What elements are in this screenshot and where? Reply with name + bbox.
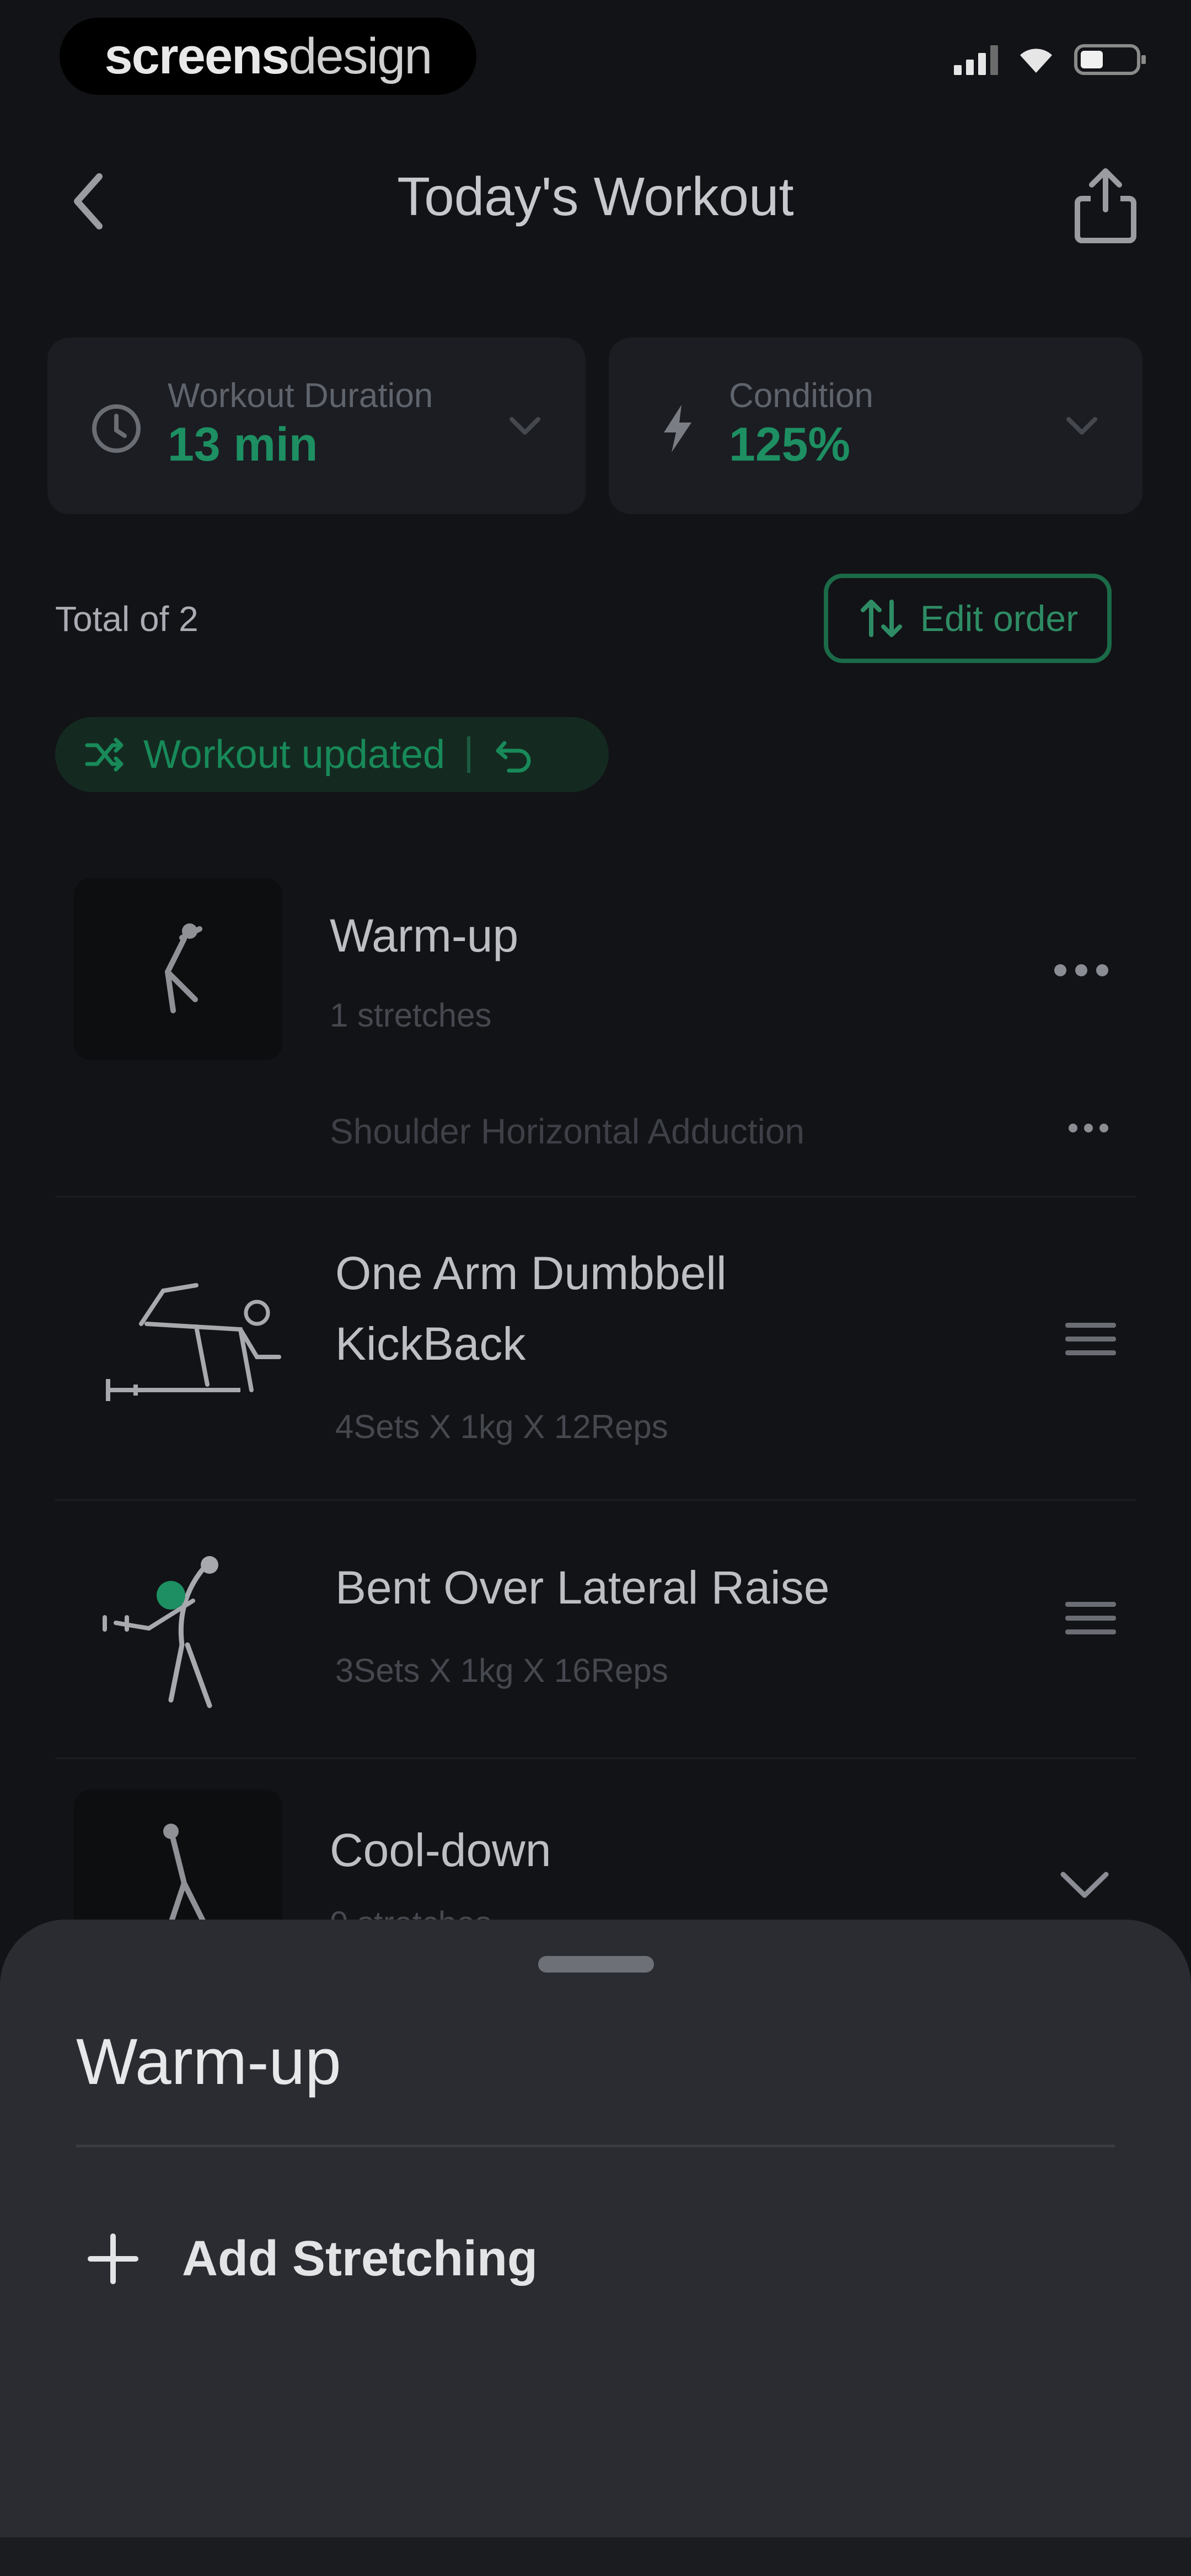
share-icon bbox=[1075, 168, 1136, 243]
clock-icon bbox=[92, 404, 141, 453]
lateral-raise-thumbnail bbox=[83, 1535, 281, 1717]
kickback-title-line2[interactable]: KickBack bbox=[335, 1308, 525, 1379]
brand-watermark: screens design bbox=[60, 18, 476, 95]
warmup-title[interactable]: Warm-up bbox=[330, 900, 518, 971]
lateral-raise-drag-handle[interactable] bbox=[1065, 1602, 1116, 1634]
lightning-icon bbox=[664, 405, 691, 452]
row-divider bbox=[55, 1499, 1136, 1501]
signal-icon bbox=[954, 44, 998, 75]
share-button[interactable] bbox=[1070, 160, 1141, 248]
status-icons bbox=[954, 44, 1146, 75]
undo-icon[interactable] bbox=[492, 735, 537, 774]
lateral-raise-figure-icon bbox=[103, 1556, 218, 1708]
stretch-figure-icon bbox=[164, 923, 202, 1013]
sheet-divider bbox=[76, 2145, 1115, 2147]
home-indicator-area bbox=[0, 2537, 1191, 2576]
sort-icon bbox=[860, 600, 902, 637]
battery-icon bbox=[1074, 44, 1146, 75]
condition-value: 125% bbox=[729, 418, 850, 471]
warmup-thumbnail bbox=[74, 878, 282, 1060]
kickback-sets: 4Sets X 1kg X 12Reps bbox=[335, 1408, 668, 1445]
condition-label: Condition bbox=[729, 377, 873, 415]
plus-icon bbox=[88, 2233, 138, 2284]
duration-label: Workout Duration bbox=[168, 377, 433, 415]
shuffle-icon bbox=[85, 737, 124, 772]
kickback-drag-handle[interactable] bbox=[1065, 1323, 1116, 1355]
add-stretching-button[interactable]: Add Stretching bbox=[83, 2228, 538, 2289]
sub-item-label[interactable]: Shoulder Horizontal Adduction bbox=[330, 1111, 804, 1152]
row-divider bbox=[55, 1196, 1136, 1198]
condition-card[interactable]: Condition 125% bbox=[609, 338, 1142, 514]
edit-order-label: Edit order bbox=[920, 598, 1079, 639]
brand-light: design bbox=[288, 28, 432, 84]
lateral-raise-title[interactable]: Bent Over Lateral Raise bbox=[335, 1552, 829, 1623]
duration-card[interactable]: Workout Duration 13 min bbox=[47, 338, 586, 514]
page-title: Today's Workout bbox=[397, 166, 794, 227]
kickback-thumbnail bbox=[75, 1230, 296, 1440]
add-stretching-label: Add Stretching bbox=[182, 2231, 538, 2286]
notice-divider bbox=[467, 736, 471, 773]
sub-item-more-button[interactable] bbox=[1069, 1124, 1108, 1132]
workout-updated-notice: Workout updated bbox=[55, 717, 609, 792]
chevron-down-icon bbox=[509, 417, 540, 435]
brand-bold: screens bbox=[104, 28, 290, 84]
cooldown-title[interactable]: Cool-down bbox=[330, 1815, 551, 1885]
kickback-figure-icon bbox=[106, 1283, 281, 1401]
total-count: Total of 2 bbox=[55, 599, 198, 639]
chevron-down-icon[interactable] bbox=[1054, 1866, 1115, 1904]
duration-value: 13 min bbox=[168, 418, 318, 471]
edit-order-button[interactable]: Edit order bbox=[824, 574, 1112, 663]
kickback-title-line1[interactable]: One Arm Dumbbell bbox=[335, 1238, 727, 1308]
warmup-subtitle: 1 stretches bbox=[330, 997, 492, 1034]
notice-text: Workout updated bbox=[143, 733, 446, 777]
chevron-down-icon bbox=[1066, 417, 1097, 435]
row-divider bbox=[55, 1757, 1136, 1759]
warmup-more-button[interactable] bbox=[1054, 964, 1108, 976]
sheet-grabber[interactable] bbox=[538, 1956, 654, 1973]
wifi-icon bbox=[1020, 49, 1052, 73]
lateral-raise-sets: 3Sets X 1kg X 16Reps bbox=[335, 1652, 668, 1689]
sheet-title: Warm-up bbox=[76, 2025, 341, 2098]
